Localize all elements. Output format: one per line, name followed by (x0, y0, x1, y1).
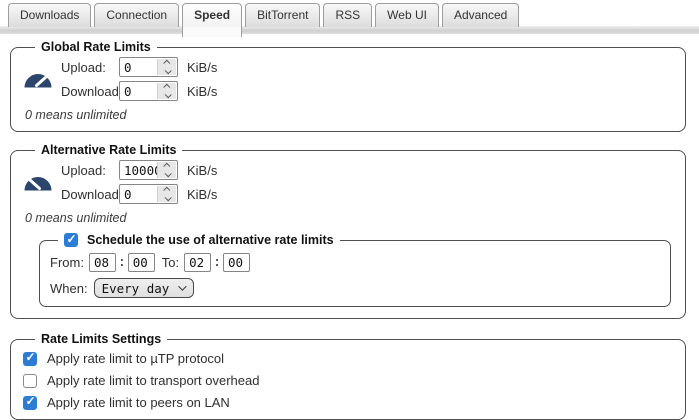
alternative-rate-limits-legend: Alternative Rate Limits (35, 143, 182, 157)
when-selected-value: Every day (102, 281, 170, 296)
peers-on-lan-label: Apply rate limit to peers on LAN (47, 395, 230, 410)
global-rate-limits-legend: Global Rate Limits (35, 40, 157, 54)
spinner-up-icon[interactable] (163, 60, 170, 67)
spinner-down-icon[interactable] (164, 170, 171, 177)
global-download-spinbox (119, 81, 178, 101)
schedule-group: Schedule the use of alternative rate lim… (39, 233, 671, 307)
time-separator: : (213, 255, 221, 270)
to-hour-input[interactable] (184, 253, 211, 272)
speed-settings-page: Global Rate Limits Upload: (0, 40, 699, 420)
tab-rss[interactable]: RSS (323, 3, 372, 27)
transport-overhead-option: Apply rate limit to transport overhead (23, 373, 673, 388)
peers-on-lan-option: Apply rate limit to peers on LAN (23, 395, 673, 410)
global-download-spinner[interactable] (157, 83, 176, 99)
global-download-label: Download: (61, 84, 119, 99)
tab-bar-divider (0, 26, 699, 34)
tab-speed[interactable]: Speed (182, 3, 242, 27)
global-rate-limits-group: Global Rate Limits Upload: (10, 40, 686, 132)
to-label: To: (162, 255, 179, 270)
global-upload-input[interactable] (120, 58, 157, 76)
schedule-when-row: When: Every day (50, 278, 660, 298)
rate-limits-settings-group: Rate Limits Settings Apply rate limit to… (10, 332, 686, 420)
tab-connection[interactable]: Connection (94, 3, 179, 27)
alt-unlimited-note: 0 means unlimited (25, 211, 673, 225)
global-upload-label: Upload: (61, 60, 119, 75)
tab-list: Downloads Connection Speed BitTorrent RS… (8, 3, 519, 27)
alt-upload-spinbox (119, 160, 178, 180)
schedule-checkbox[interactable] (64, 233, 78, 247)
from-label: From: (50, 255, 84, 270)
transport-overhead-label: Apply rate limit to transport overhead (47, 373, 259, 388)
to-minute-input[interactable] (223, 253, 250, 272)
time-separator: : (118, 255, 126, 270)
utp-rate-limit-option: Apply rate limit to µTP protocol (23, 351, 673, 366)
utp-rate-limit-label: Apply rate limit to µTP protocol (47, 351, 224, 366)
alt-download-unit: KiB/s (187, 187, 217, 202)
global-download-unit: KiB/s (187, 84, 217, 99)
chevron-down-icon (178, 282, 186, 290)
spinner-down-icon[interactable] (164, 91, 171, 98)
global-unlimited-note: 0 means unlimited (25, 108, 673, 122)
tab-downloads[interactable]: Downloads (8, 3, 91, 27)
schedule-time-row: From: : To: : (50, 253, 660, 272)
global-upload-row: Upload: KiB/s (61, 57, 673, 77)
transport-overhead-checkbox[interactable] (23, 374, 37, 388)
tab-bittorrent[interactable]: BitTorrent (245, 3, 320, 27)
spinner-up-icon[interactable] (163, 163, 170, 170)
global-upload-unit: KiB/s (187, 60, 217, 75)
when-select[interactable]: Every day (94, 278, 195, 298)
alt-upload-label: Upload: (61, 163, 119, 178)
spinner-down-icon[interactable] (164, 194, 171, 201)
schedule-legend: Schedule the use of alternative rate lim… (58, 233, 340, 247)
alt-upload-row: Upload: KiB/s (61, 160, 673, 180)
alt-download-spinbox (119, 184, 178, 204)
alt-download-row: Download: KiB/s (61, 184, 673, 204)
peers-on-lan-checkbox[interactable] (23, 396, 37, 410)
alt-upload-input[interactable] (120, 161, 157, 179)
from-hour-input[interactable] (89, 253, 116, 272)
when-label: When: (50, 281, 88, 296)
spinner-up-icon[interactable] (163, 84, 170, 91)
rate-limits-settings-legend: Rate Limits Settings (35, 332, 167, 346)
alt-download-spinner[interactable] (157, 186, 176, 202)
alt-upload-unit: KiB/s (187, 163, 217, 178)
tab-advanced[interactable]: Advanced (442, 3, 519, 27)
alt-download-input[interactable] (120, 185, 157, 203)
speed-gauge-icon (23, 70, 61, 88)
tab-webui[interactable]: Web UI (375, 3, 439, 27)
alt-upload-spinner[interactable] (157, 162, 176, 178)
spinner-up-icon[interactable] (163, 187, 170, 194)
alternative-rate-limits-group: Alternative Rate Limits Upload: (10, 143, 686, 319)
from-minute-input[interactable] (128, 253, 155, 272)
schedule-legend-label: Schedule the use of alternative rate lim… (87, 233, 334, 247)
settings-tab-bar: Downloads Connection Speed BitTorrent RS… (0, 0, 699, 34)
utp-rate-limit-checkbox[interactable] (23, 352, 37, 366)
global-download-input[interactable] (120, 82, 157, 100)
global-upload-spinbox (119, 57, 178, 77)
alt-download-label: Download: (61, 187, 119, 202)
global-download-row: Download: KiB/s (61, 81, 673, 101)
global-upload-spinner[interactable] (157, 59, 176, 75)
spinner-down-icon[interactable] (164, 67, 171, 74)
alt-speed-gauge-icon (23, 173, 61, 191)
